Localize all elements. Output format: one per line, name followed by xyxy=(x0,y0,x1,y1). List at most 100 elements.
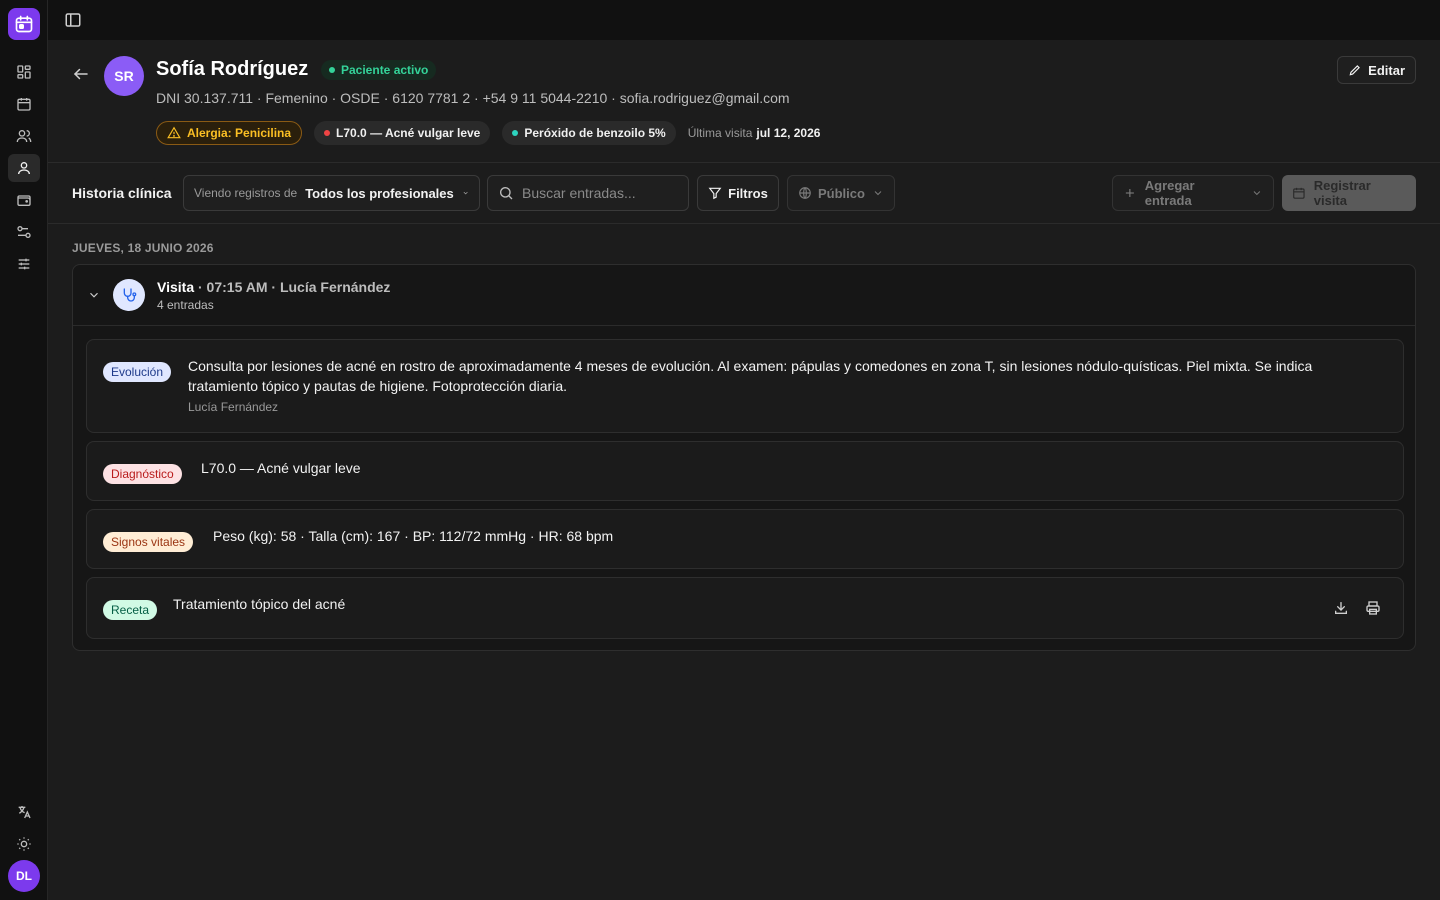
user-avatar[interactable]: DL xyxy=(8,860,40,892)
plus-icon xyxy=(1125,188,1134,198)
chevron-down-icon xyxy=(90,292,98,298)
medication-label: Peróxido de benzoilo 5% xyxy=(524,126,666,140)
entry-author: Lucía Fernández xyxy=(188,400,279,414)
register-visit-label: Registrar visita xyxy=(1313,178,1371,208)
search-input[interactable] xyxy=(522,185,672,201)
add-entry-label: Agregar entrada xyxy=(1144,178,1195,208)
patient-details: DNI 30.137.711 · Femenino · OSDE · 6120 … xyxy=(156,90,790,106)
last-visit-value: jul 12, 2026 xyxy=(756,126,821,140)
visit-card: Visita · 07:15 AM · Lucía Fernández 4 en… xyxy=(72,264,1416,651)
sliders-icon xyxy=(18,258,30,270)
sidebar-item-calendar[interactable] xyxy=(8,90,40,118)
visit-type: Visita xyxy=(157,279,195,295)
stethoscope-icon xyxy=(113,279,145,311)
patient-header: SR Sofía Rodríguez Paciente activo DNI 3… xyxy=(48,40,1440,163)
sidebar-toggle-button[interactable] xyxy=(64,11,82,29)
edit-label: Editar xyxy=(1368,62,1405,78)
professional-select[interactable]: Viendo registros de Todos los profesiona… xyxy=(183,175,480,211)
status-badge: Paciente activo xyxy=(321,60,437,80)
warning-icon xyxy=(167,126,181,139)
translate-icon xyxy=(18,806,31,819)
diagnosis-label: L70.0 — Acné vulgar leve xyxy=(336,126,481,140)
patient-avatar: SR xyxy=(104,56,144,96)
globe-icon xyxy=(799,187,811,199)
sidebar-item-dashboard[interactable] xyxy=(8,58,40,86)
last-visit-label: Última visita xyxy=(687,126,753,140)
visit-header[interactable]: Visita · 07:15 AM · Lucía Fernández 4 en… xyxy=(73,265,1415,326)
panel-left-icon xyxy=(65,13,81,27)
entry-diagnosis[interactable]: Diagnóstico L70.0 — Acné vulgar leve xyxy=(86,441,1404,501)
calendar-icon xyxy=(1293,187,1305,199)
sidebar-item-routes[interactable] xyxy=(8,218,40,246)
register-visit-button[interactable]: Registrar visita xyxy=(1282,175,1416,211)
visit-title: Visita · 07:15 AM · Lucía Fernández xyxy=(157,279,390,295)
entry-vitals[interactable]: Signos vitales Peso (kg): 58 · Talla (cm… xyxy=(86,509,1404,569)
professional-select-label: Viendo registros de xyxy=(194,186,298,200)
chevron-down-icon xyxy=(463,191,468,195)
download-icon xyxy=(1335,602,1347,614)
entry-badge: Diagnóstico xyxy=(103,464,182,484)
user-icon xyxy=(18,162,30,175)
medication-chip: Peróxido de benzoilo 5% xyxy=(502,121,676,145)
pencil-icon xyxy=(1349,65,1361,76)
entry-text: L70.0 — Acné vulgar leve xyxy=(201,460,361,476)
entry-prescription[interactable]: Receta Tratamiento tópico del acné xyxy=(86,577,1404,639)
patient-chips: Alergia: Penicilina L70.0 — Acné vulgar … xyxy=(156,121,820,145)
diagnosis-dot xyxy=(324,130,331,136)
dashboard-icon xyxy=(17,65,31,79)
sun-icon xyxy=(17,837,31,851)
visit-professional: · Lucía Fernández xyxy=(271,279,391,295)
entry-count: 4 entradas xyxy=(157,298,214,312)
add-entry-button[interactable]: Agregar entrada xyxy=(1112,175,1274,211)
users-icon xyxy=(16,130,32,143)
calendar-logo-icon xyxy=(15,15,33,33)
print-button[interactable] xyxy=(1365,600,1381,616)
allergy-label: Alergia: Penicilina xyxy=(187,126,292,140)
patient-name: Sofía Rodríguez xyxy=(156,58,309,80)
sidebar-item-billing[interactable] xyxy=(8,186,40,214)
printer-icon xyxy=(1366,601,1380,615)
download-button[interactable] xyxy=(1333,600,1349,616)
theme-toggle[interactable] xyxy=(8,830,40,858)
filters-label: Filtros xyxy=(728,185,768,201)
visibility-select[interactable]: Público xyxy=(787,175,895,211)
back-button[interactable] xyxy=(72,65,90,83)
medication-dot xyxy=(512,130,519,136)
allergy-chip: Alergia: Penicilina xyxy=(156,121,303,145)
diagnosis-chip: L70.0 — Acné vulgar leve xyxy=(314,121,491,145)
sidebar-item-patients[interactable] xyxy=(8,154,40,182)
calendar-icon xyxy=(17,98,31,111)
search-box[interactable] xyxy=(487,175,689,211)
search-icon xyxy=(500,187,513,200)
top-bar xyxy=(48,0,1440,40)
collapse-toggle[interactable] xyxy=(87,288,101,302)
entry-badge: Signos vitales xyxy=(103,532,194,552)
filter-icon xyxy=(708,187,722,200)
entry-badge: Receta xyxy=(103,600,158,620)
visibility-label: Público xyxy=(818,185,865,201)
sidebar-item-team[interactable] xyxy=(8,122,40,150)
entry-text: Consulta por lesiones de acné en rostro … xyxy=(188,358,1313,394)
entry-text: Tratamiento tópico del acné xyxy=(173,596,346,612)
chevron-down-icon xyxy=(874,191,882,196)
edit-button[interactable]: Editar xyxy=(1337,56,1416,84)
sidebar-item-settings[interactable] xyxy=(8,250,40,278)
sidebar: DL xyxy=(0,0,48,900)
filters-button[interactable]: Filtros xyxy=(697,175,779,211)
status-label: Paciente activo xyxy=(341,63,429,77)
chevron-down-icon xyxy=(1253,191,1261,196)
entry-text: Peso (kg): 58 · Talla (cm): 167 · BP: 11… xyxy=(213,528,614,544)
visit-time: · 07:15 AM xyxy=(198,279,268,295)
route-icon xyxy=(17,226,31,238)
arrow-left-icon xyxy=(73,68,88,80)
entry-evolution[interactable]: Evolución Consulta por lesiones de acné … xyxy=(86,339,1404,433)
date-heading: JUEVES, 18 JUNIO 2026 xyxy=(72,241,214,255)
wallet-icon xyxy=(17,195,31,206)
status-dot xyxy=(329,67,335,73)
app-logo[interactable] xyxy=(8,8,40,40)
last-visit: Última visita jul 12, 2026 xyxy=(688,126,821,140)
entry-badge: Evolución xyxy=(103,362,172,382)
professional-select-value: Todos los profesionales xyxy=(305,185,454,201)
language-button[interactable] xyxy=(8,798,40,826)
section-title: Historia clínica xyxy=(72,185,172,201)
